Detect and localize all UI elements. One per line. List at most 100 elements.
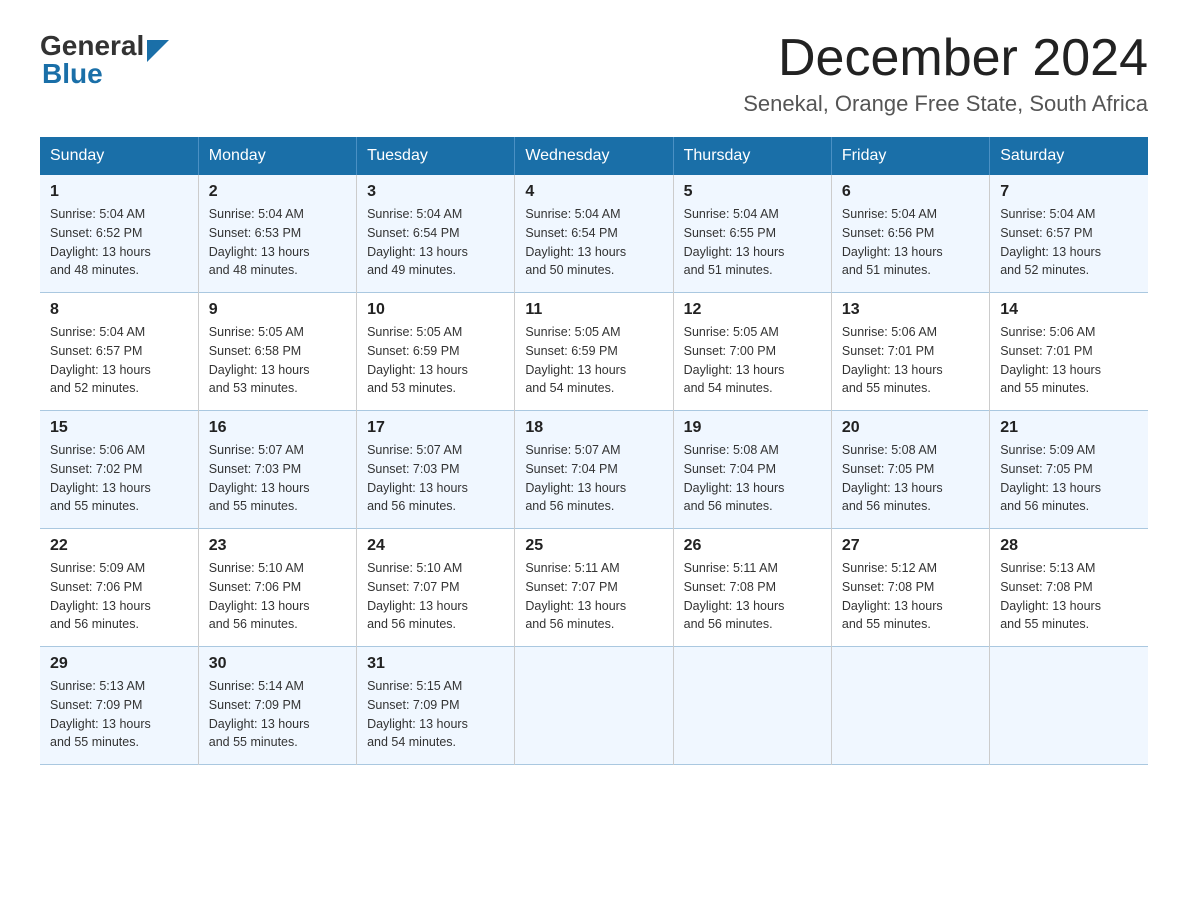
day-info: Sunrise: 5:04 AM Sunset: 6:57 PM Dayligh… <box>1000 205 1138 280</box>
calendar-cell: 25 Sunrise: 5:11 AM Sunset: 7:07 PM Dayl… <box>515 529 673 647</box>
col-wednesday: Wednesday <box>515 137 673 175</box>
day-info: Sunrise: 5:10 AM Sunset: 7:07 PM Dayligh… <box>367 559 504 634</box>
day-number: 4 <box>525 183 662 201</box>
calendar-week-4: 22 Sunrise: 5:09 AM Sunset: 7:06 PM Dayl… <box>40 529 1148 647</box>
calendar-week-5: 29 Sunrise: 5:13 AM Sunset: 7:09 PM Dayl… <box>40 647 1148 765</box>
calendar-cell: 24 Sunrise: 5:10 AM Sunset: 7:07 PM Dayl… <box>357 529 515 647</box>
col-thursday: Thursday <box>673 137 831 175</box>
location-subtitle: Senekal, Orange Free State, South Africa <box>743 91 1148 117</box>
calendar-body: 1 Sunrise: 5:04 AM Sunset: 6:52 PM Dayli… <box>40 175 1148 765</box>
calendar-cell: 13 Sunrise: 5:06 AM Sunset: 7:01 PM Dayl… <box>831 293 989 411</box>
day-info: Sunrise: 5:14 AM Sunset: 7:09 PM Dayligh… <box>209 677 346 752</box>
logo: General Blue <box>40 30 169 90</box>
day-number: 21 <box>1000 419 1138 437</box>
day-number: 5 <box>684 183 821 201</box>
header-row: Sunday Monday Tuesday Wednesday Thursday… <box>40 137 1148 175</box>
page-header: General Blue December 2024 Senekal, Oran… <box>40 30 1148 117</box>
calendar-week-2: 8 Sunrise: 5:04 AM Sunset: 6:57 PM Dayli… <box>40 293 1148 411</box>
day-number: 30 <box>209 655 346 673</box>
day-number: 2 <box>209 183 346 201</box>
calendar-cell: 28 Sunrise: 5:13 AM Sunset: 7:08 PM Dayl… <box>990 529 1148 647</box>
day-number: 13 <box>842 301 979 319</box>
calendar-cell: 17 Sunrise: 5:07 AM Sunset: 7:03 PM Dayl… <box>357 411 515 529</box>
day-info: Sunrise: 5:04 AM Sunset: 6:52 PM Dayligh… <box>50 205 188 280</box>
calendar-cell: 1 Sunrise: 5:04 AM Sunset: 6:52 PM Dayli… <box>40 175 198 293</box>
calendar-cell: 10 Sunrise: 5:05 AM Sunset: 6:59 PM Dayl… <box>357 293 515 411</box>
day-number: 25 <box>525 537 662 555</box>
day-number: 8 <box>50 301 188 319</box>
calendar-cell: 14 Sunrise: 5:06 AM Sunset: 7:01 PM Dayl… <box>990 293 1148 411</box>
calendar-cell: 6 Sunrise: 5:04 AM Sunset: 6:56 PM Dayli… <box>831 175 989 293</box>
day-info: Sunrise: 5:12 AM Sunset: 7:08 PM Dayligh… <box>842 559 979 634</box>
day-number: 18 <box>525 419 662 437</box>
day-info: Sunrise: 5:13 AM Sunset: 7:09 PM Dayligh… <box>50 677 188 752</box>
day-info: Sunrise: 5:04 AM Sunset: 6:56 PM Dayligh… <box>842 205 979 280</box>
calendar-cell: 9 Sunrise: 5:05 AM Sunset: 6:58 PM Dayli… <box>198 293 356 411</box>
calendar-cell: 2 Sunrise: 5:04 AM Sunset: 6:53 PM Dayli… <box>198 175 356 293</box>
calendar-cell: 8 Sunrise: 5:04 AM Sunset: 6:57 PM Dayli… <box>40 293 198 411</box>
calendar-cell: 11 Sunrise: 5:05 AM Sunset: 6:59 PM Dayl… <box>515 293 673 411</box>
day-info: Sunrise: 5:11 AM Sunset: 7:07 PM Dayligh… <box>525 559 662 634</box>
calendar-cell: 21 Sunrise: 5:09 AM Sunset: 7:05 PM Dayl… <box>990 411 1148 529</box>
calendar-cell: 31 Sunrise: 5:15 AM Sunset: 7:09 PM Dayl… <box>357 647 515 765</box>
day-info: Sunrise: 5:05 AM Sunset: 7:00 PM Dayligh… <box>684 323 821 398</box>
day-number: 12 <box>684 301 821 319</box>
day-info: Sunrise: 5:15 AM Sunset: 7:09 PM Dayligh… <box>367 677 504 752</box>
calendar-cell: 7 Sunrise: 5:04 AM Sunset: 6:57 PM Dayli… <box>990 175 1148 293</box>
day-info: Sunrise: 5:04 AM Sunset: 6:54 PM Dayligh… <box>367 205 504 280</box>
calendar-cell: 30 Sunrise: 5:14 AM Sunset: 7:09 PM Dayl… <box>198 647 356 765</box>
day-number: 15 <box>50 419 188 437</box>
day-number: 22 <box>50 537 188 555</box>
day-info: Sunrise: 5:04 AM Sunset: 6:53 PM Dayligh… <box>209 205 346 280</box>
calendar-week-3: 15 Sunrise: 5:06 AM Sunset: 7:02 PM Dayl… <box>40 411 1148 529</box>
calendar-week-1: 1 Sunrise: 5:04 AM Sunset: 6:52 PM Dayli… <box>40 175 1148 293</box>
day-info: Sunrise: 5:04 AM Sunset: 6:55 PM Dayligh… <box>684 205 821 280</box>
calendar-cell <box>990 647 1148 765</box>
day-number: 9 <box>209 301 346 319</box>
col-tuesday: Tuesday <box>357 137 515 175</box>
day-info: Sunrise: 5:11 AM Sunset: 7:08 PM Dayligh… <box>684 559 821 634</box>
day-number: 31 <box>367 655 504 673</box>
calendar-cell: 18 Sunrise: 5:07 AM Sunset: 7:04 PM Dayl… <box>515 411 673 529</box>
logo-blue-text: Blue <box>42 58 169 90</box>
calendar-header: Sunday Monday Tuesday Wednesday Thursday… <box>40 137 1148 175</box>
calendar-cell: 15 Sunrise: 5:06 AM Sunset: 7:02 PM Dayl… <box>40 411 198 529</box>
day-info: Sunrise: 5:05 AM Sunset: 6:58 PM Dayligh… <box>209 323 346 398</box>
calendar-cell: 22 Sunrise: 5:09 AM Sunset: 7:06 PM Dayl… <box>40 529 198 647</box>
day-info: Sunrise: 5:05 AM Sunset: 6:59 PM Dayligh… <box>525 323 662 398</box>
col-friday: Friday <box>831 137 989 175</box>
day-number: 6 <box>842 183 979 201</box>
day-number: 19 <box>684 419 821 437</box>
day-number: 10 <box>367 301 504 319</box>
day-number: 17 <box>367 419 504 437</box>
month-title: December 2024 <box>743 30 1148 87</box>
col-sunday: Sunday <box>40 137 198 175</box>
calendar-cell <box>673 647 831 765</box>
day-info: Sunrise: 5:07 AM Sunset: 7:03 PM Dayligh… <box>367 441 504 516</box>
day-info: Sunrise: 5:09 AM Sunset: 7:05 PM Dayligh… <box>1000 441 1138 516</box>
day-number: 29 <box>50 655 188 673</box>
col-monday: Monday <box>198 137 356 175</box>
day-number: 14 <box>1000 301 1138 319</box>
day-number: 16 <box>209 419 346 437</box>
calendar-cell: 5 Sunrise: 5:04 AM Sunset: 6:55 PM Dayli… <box>673 175 831 293</box>
day-info: Sunrise: 5:04 AM Sunset: 6:54 PM Dayligh… <box>525 205 662 280</box>
calendar-cell: 4 Sunrise: 5:04 AM Sunset: 6:54 PM Dayli… <box>515 175 673 293</box>
day-number: 28 <box>1000 537 1138 555</box>
day-info: Sunrise: 5:06 AM Sunset: 7:01 PM Dayligh… <box>1000 323 1138 398</box>
calendar-cell: 27 Sunrise: 5:12 AM Sunset: 7:08 PM Dayl… <box>831 529 989 647</box>
day-number: 1 <box>50 183 188 201</box>
day-number: 27 <box>842 537 979 555</box>
col-saturday: Saturday <box>990 137 1148 175</box>
day-number: 23 <box>209 537 346 555</box>
day-number: 20 <box>842 419 979 437</box>
calendar-cell: 16 Sunrise: 5:07 AM Sunset: 7:03 PM Dayl… <box>198 411 356 529</box>
day-info: Sunrise: 5:08 AM Sunset: 7:05 PM Dayligh… <box>842 441 979 516</box>
day-number: 3 <box>367 183 504 201</box>
title-section: December 2024 Senekal, Orange Free State… <box>743 30 1148 117</box>
day-info: Sunrise: 5:06 AM Sunset: 7:01 PM Dayligh… <box>842 323 979 398</box>
day-info: Sunrise: 5:04 AM Sunset: 6:57 PM Dayligh… <box>50 323 188 398</box>
calendar-cell: 19 Sunrise: 5:08 AM Sunset: 7:04 PM Dayl… <box>673 411 831 529</box>
calendar-cell <box>831 647 989 765</box>
day-info: Sunrise: 5:09 AM Sunset: 7:06 PM Dayligh… <box>50 559 188 634</box>
